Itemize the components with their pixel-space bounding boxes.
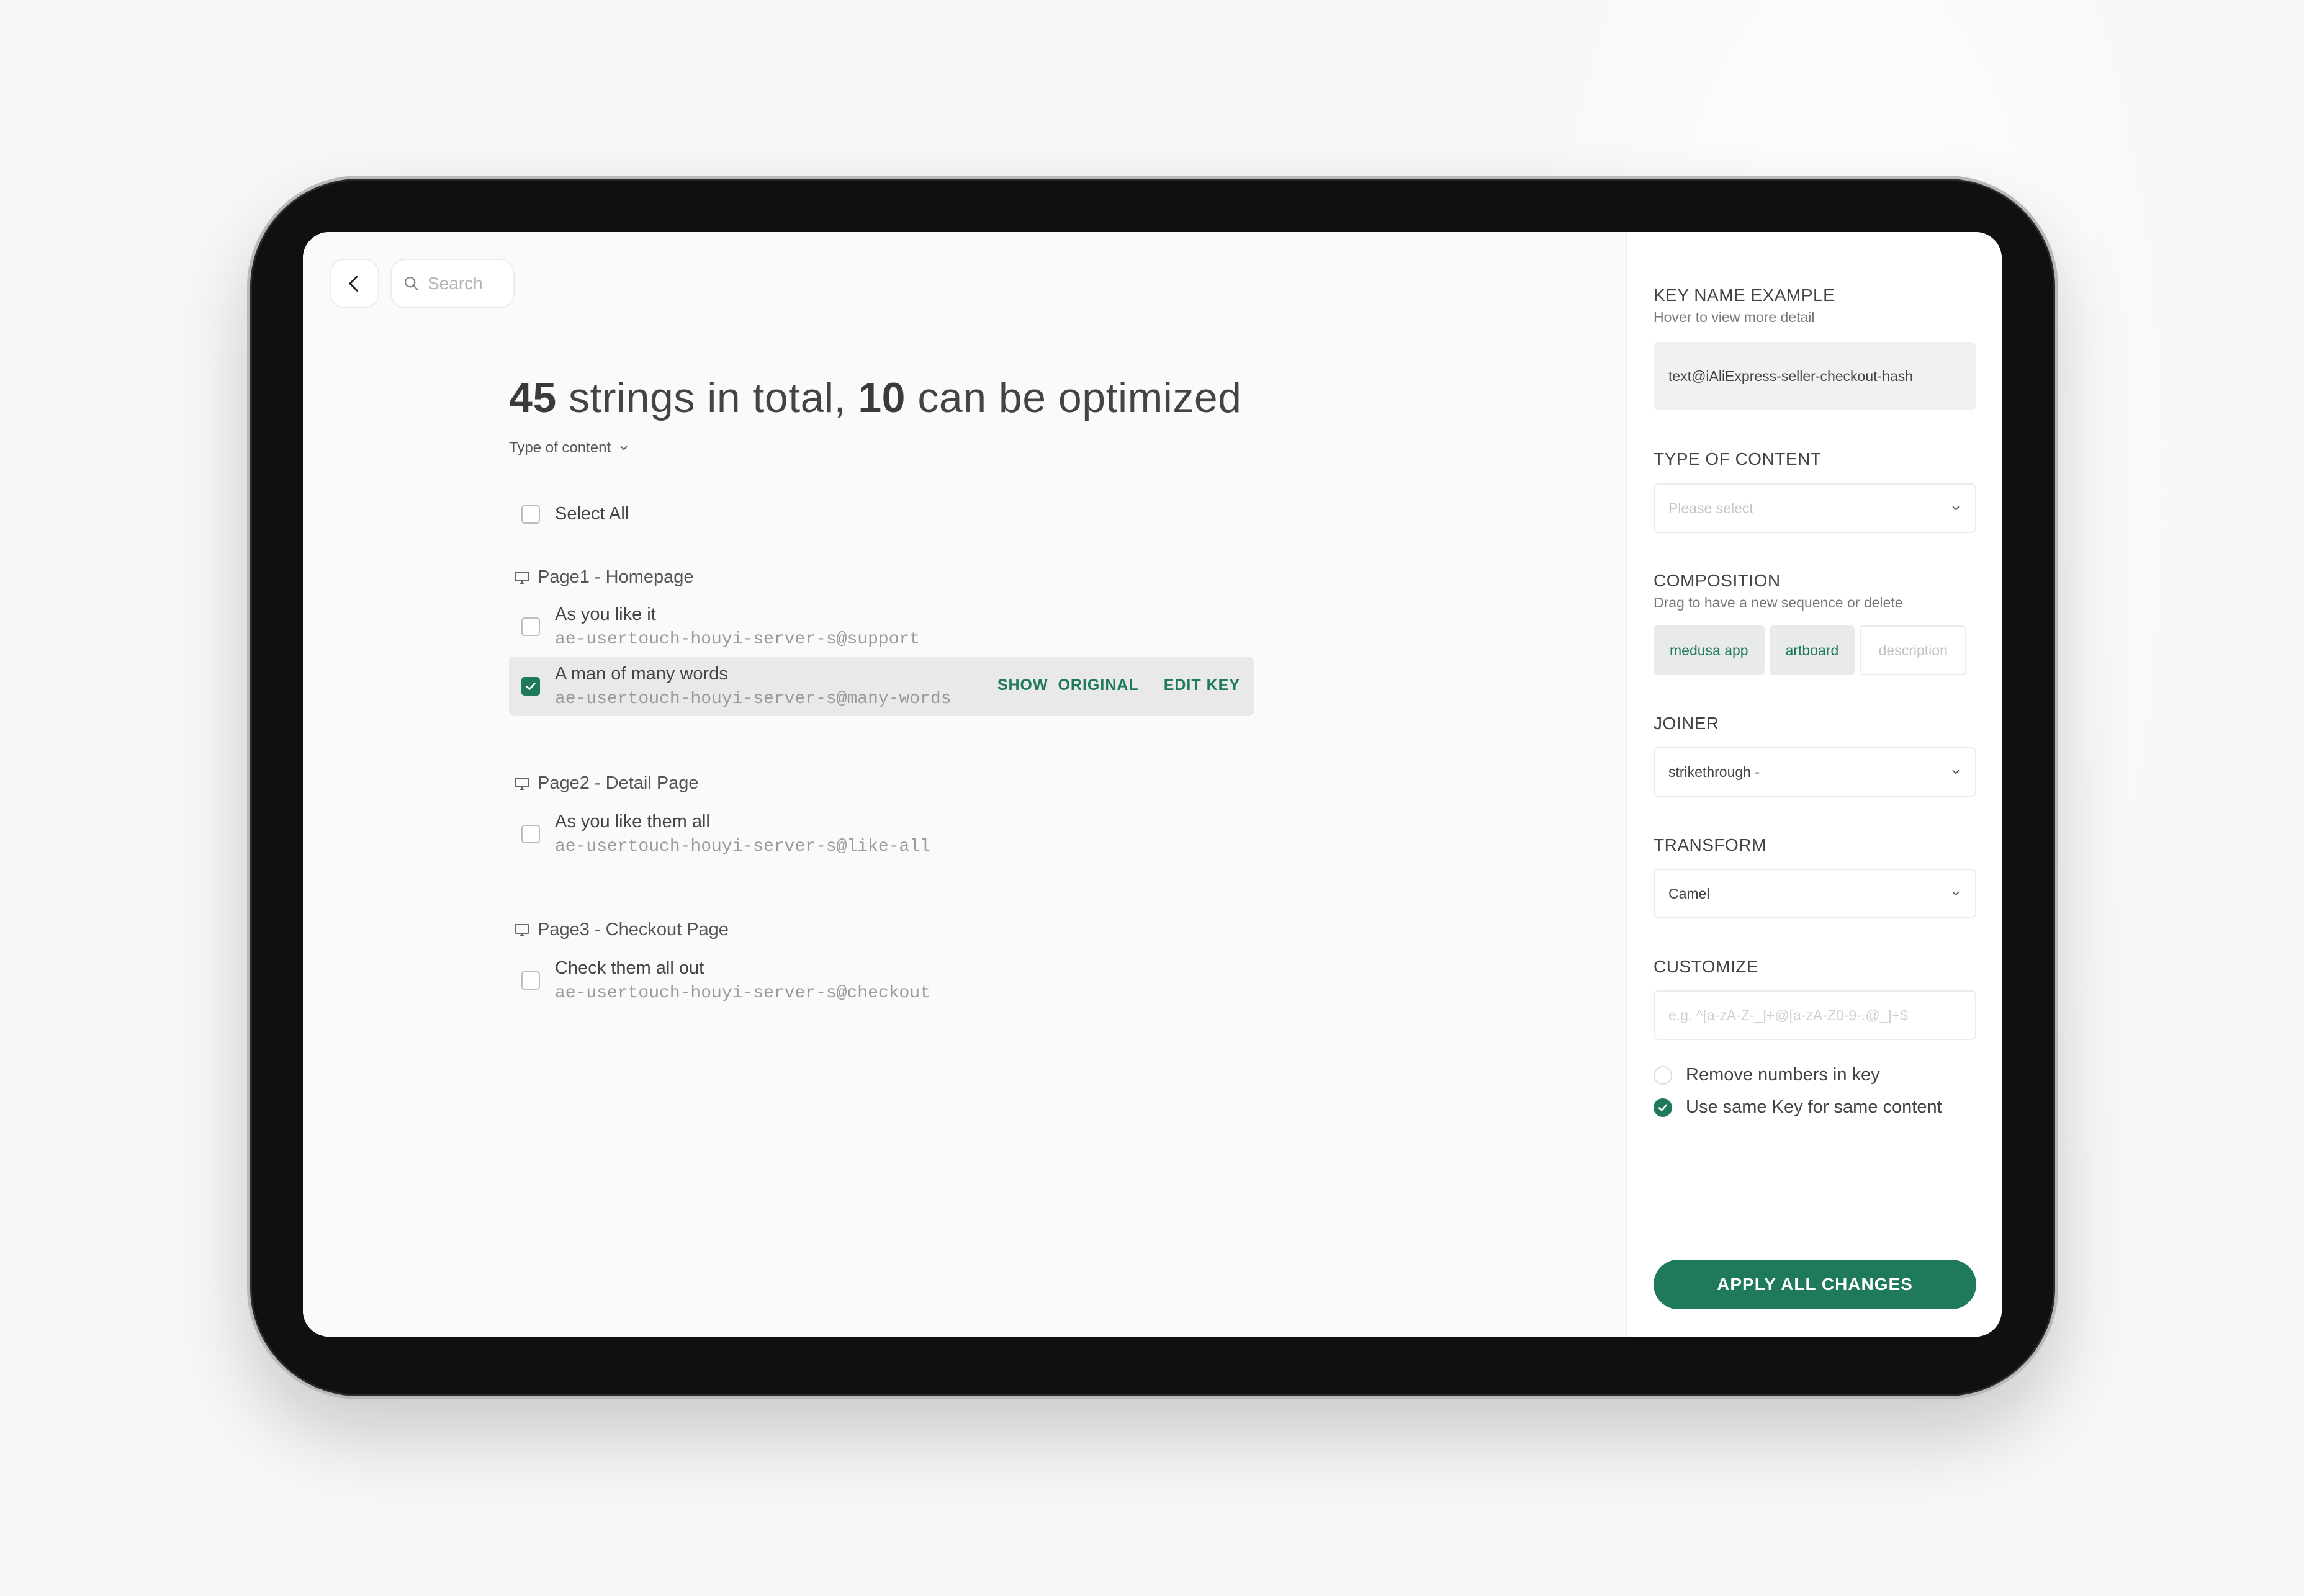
chevron-down-icon [1952,769,1960,774]
search-input[interactable] [428,274,508,294]
string-row[interactable]: As you like it ae-usertouch-houyi-server… [509,597,1254,657]
select-all-label: Select All [555,504,629,524]
group-title-page1: Page1 - Homepage [514,567,694,588]
show-original-button[interactable]: SHOW ORIGINAL [997,676,1139,694]
composition-chip-medusa-app[interactable]: medusa app [1654,625,1765,675]
back-button[interactable] [330,259,379,308]
total-suffix: strings in total, [556,374,858,421]
string-row-selected[interactable]: A man of many words ae-usertouch-houyi-s… [509,657,1254,716]
transform-select[interactable]: Camel [1654,869,1976,918]
search-icon [404,276,418,290]
app-screen: 45 strings in total, 10 can be optimized… [303,232,2002,1337]
chevron-left-icon [349,276,358,292]
type-of-content-filter[interactable]: Type of content [509,439,629,457]
string-row[interactable]: As you like them all ae-usertouch-houyi-… [509,804,1254,864]
monitor-icon [515,923,529,936]
transform-title: TRANSFORM [1654,835,1766,854]
string-key: ae-usertouch-houyi-server-s@checkout [555,984,930,1003]
main-content: 45 strings in total, 10 can be optimized… [303,232,1626,1337]
option-same-key[interactable]: Use same Key for same content [1654,1097,1942,1118]
same-key-label: Use same Key for same content [1686,1097,1942,1117]
optimizable-suffix: can be optimized [905,374,1242,421]
string-label: A man of many words [555,664,728,684]
composition-chip-artboard[interactable]: artboard [1769,625,1855,675]
check-icon [526,683,536,690]
composition-subtitle: Drag to have a new sequence or delete [1654,594,1903,611]
page-title: 45 strings in total, 10 can be optimized [509,374,1241,422]
joiner-value: strikethrough - [1668,763,1760,780]
group-title-label: Page2 - Detail Page [538,773,699,793]
composition-title: COMPOSITION [1654,571,1781,590]
row-checkbox[interactable] [521,825,540,843]
type-of-content-placeholder: Please select [1668,500,1753,516]
string-label: Check them all out [555,958,704,978]
type-filter-label: Type of content [509,439,611,456]
joiner-select[interactable]: strikethrough - [1654,747,1976,797]
optimizable-count: 10 [858,374,906,421]
joiner-title: JOINER [1654,714,1719,733]
string-key: ae-usertouch-houyi-server-s@many-words [555,689,952,709]
remove-numbers-label: Remove numbers in key [1686,1065,1880,1085]
customize-title: CUSTOMIZE [1654,957,1758,976]
check-icon [1658,1104,1668,1111]
row-checkbox[interactable] [521,617,540,636]
key-name-example-box[interactable]: text@iAliExpress-seller-checkout-hash [1654,342,1976,410]
monitor-icon [515,777,529,790]
string-key: ae-usertouch-houyi-server-s@support [555,630,920,649]
group-title-page3: Page3 - Checkout Page [514,920,729,940]
option-remove-numbers[interactable]: Remove numbers in key [1654,1065,1880,1085]
customize-input[interactable] [1654,990,1976,1040]
row-checkbox-checked[interactable] [521,677,540,696]
key-name-example-subtitle: Hover to view more detail [1654,309,1815,325]
chevron-down-icon [1952,506,1960,511]
row-checkbox[interactable] [521,971,540,990]
select-all[interactable]: Select All [521,504,629,524]
search-box[interactable] [390,259,515,308]
monitor-icon [515,571,529,584]
chevron-down-icon [620,446,628,451]
apply-all-changes-button[interactable]: APPLY ALL CHANGES [1654,1260,1976,1309]
transform-value: Camel [1668,885,1710,902]
string-label: As you like them all [555,812,710,832]
string-row[interactable]: Check them all out ae-usertouch-houyi-se… [509,951,1254,1010]
string-label: As you like it [555,604,656,624]
string-key: ae-usertouch-houyi-server-s@like-all [555,837,930,856]
same-key-radio[interactable] [1654,1098,1672,1117]
chevron-down-icon [1952,891,1960,896]
key-settings-panel: KEY NAME EXAMPLE Hover to view more deta… [1626,232,2002,1337]
select-all-checkbox[interactable] [521,504,540,524]
key-name-example-title: KEY NAME EXAMPLE [1654,285,1835,305]
composition-chip-description[interactable]: description [1860,625,1967,675]
total-count: 45 [509,374,557,421]
type-of-content-title: TYPE OF CONTENT [1654,449,1822,468]
remove-numbers-radio[interactable] [1654,1065,1672,1085]
composition-chips: medusa app artboard description [1654,625,1967,675]
group-title-page2: Page2 - Detail Page [514,773,699,794]
edit-key-button[interactable]: EDIT KEY [1164,676,1240,694]
group-title-label: Page1 - Homepage [538,567,694,587]
type-of-content-select[interactable]: Please select [1654,483,1976,533]
group-title-label: Page3 - Checkout Page [538,920,729,939]
